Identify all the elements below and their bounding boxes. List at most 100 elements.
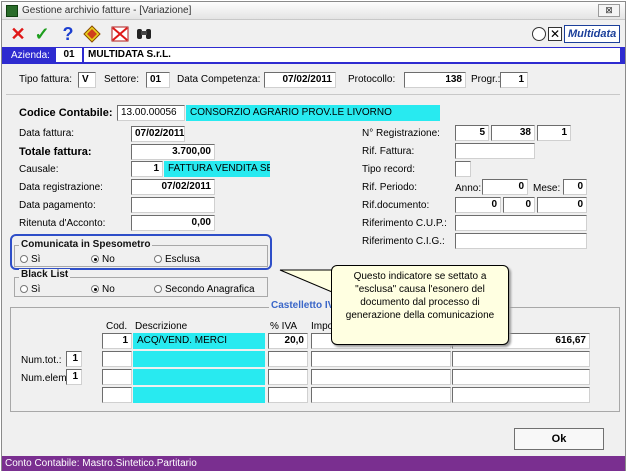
row2-cod[interactable] <box>102 351 132 367</box>
row3-cod[interactable] <box>102 369 132 385</box>
n-registrazione-field-3[interactable]: 1 <box>537 125 571 141</box>
row4-cod[interactable] <box>102 387 132 403</box>
col-cod-header: Cod. <box>106 321 128 332</box>
row2-imp[interactable] <box>452 351 590 367</box>
mese-label: Mese: <box>533 183 561 194</box>
blacklist-secondo-radio[interactable] <box>154 285 162 293</box>
protocollo-field[interactable]: 138 <box>404 72 466 88</box>
spesometro-si-label: Sì <box>31 254 41 265</box>
row3-imp[interactable] <box>452 369 590 385</box>
data-competenza-label: Data Competenza: <box>177 74 261 85</box>
codice-contabile-desc: CONSORZIO AGRARIO PROV.LE LIVORNO <box>186 105 440 121</box>
totale-fattura-field[interactable]: 3.700,00 <box>131 144 215 160</box>
ok-button[interactable]: Ok <box>514 428 604 450</box>
tipo-record-field[interactable] <box>455 161 471 177</box>
company-bar: Azienda: 01 MULTIDATA S.r.L. <box>2 47 625 64</box>
tipo-fattura-field[interactable]: V <box>78 72 96 88</box>
cig-label: Riferimento C.I.G.: <box>362 236 445 247</box>
data-fattura-label: Data fattura: <box>19 128 75 139</box>
rif-periodo-label: Rif. Periodo: <box>362 182 418 193</box>
totale-fattura-label: Totale fattura: <box>19 146 92 158</box>
num-tot-label: Num.tot.: <box>21 355 62 366</box>
data-competenza-field[interactable]: 07/02/2011 <box>264 72 336 88</box>
row4-imp-left[interactable] <box>311 387 451 403</box>
cancel-icon[interactable]: ✕ <box>8 23 28 45</box>
data-registrazione-field[interactable]: 07/02/2011 <box>131 179 215 195</box>
cup-field[interactable] <box>455 215 587 231</box>
rif-documento-field-2[interactable]: 0 <box>503 197 535 213</box>
help-icon[interactable]: ? <box>58 23 78 45</box>
rif-fattura-field[interactable] <box>455 143 535 159</box>
row2-iva[interactable] <box>268 351 308 367</box>
brand-logo: ✕ Multidata <box>532 25 622 43</box>
spesometro-esclusa-radio[interactable] <box>154 255 162 263</box>
row1-iva[interactable]: 20,0 <box>268 333 308 349</box>
rif-documento-field-1[interactable]: 0 <box>455 197 501 213</box>
row2-imp-left[interactable] <box>311 351 451 367</box>
causale-field[interactable]: 1 <box>131 161 163 177</box>
row3-imp-left[interactable] <box>311 369 451 385</box>
row1-cod[interactable]: 1 <box>102 333 132 349</box>
num-tot-field: 1 <box>66 351 82 367</box>
eraser-icon[interactable] <box>82 23 102 45</box>
toolbar: ✕ ✓ ? ✕ Multidata <box>2 21 625 47</box>
n-registrazione-field-1[interactable]: 5 <box>455 125 489 141</box>
causale-label: Causale: <box>19 164 59 175</box>
rif-fattura-label: Rif. Fattura: <box>362 146 415 157</box>
blacklist-secondo-label: Secondo Anagrafica <box>165 284 255 295</box>
codice-contabile-field[interactable]: 13.00.00056 <box>117 105 185 121</box>
tooltip-line-3: documento dal processo di <box>360 297 480 308</box>
search-binoculars-icon[interactable] <box>134 23 154 45</box>
brand-name: Multidata <box>564 25 621 43</box>
protocollo-label: Protocollo: <box>348 74 396 85</box>
n-registrazione-field-2[interactable]: 38 <box>491 125 535 141</box>
ritenuta-label: Ritenuta d'Acconto: <box>19 218 106 229</box>
ritenuta-field[interactable]: 0,00 <box>131 215 215 231</box>
num-elem-field: 1 <box>66 369 82 385</box>
data-pagamento-field[interactable] <box>131 197 215 213</box>
company-code: 01 <box>56 48 82 62</box>
blacklist-si-label: Sì <box>31 284 41 295</box>
main-window: Gestione archivio fatture - [Variazione]… <box>1 1 626 471</box>
mese-field[interactable]: 0 <box>563 179 587 195</box>
blacklist-no-label: No <box>102 284 115 295</box>
settore-field[interactable]: 01 <box>146 72 170 88</box>
data-registrazione-label: Data registrazione: <box>19 182 103 193</box>
close-button[interactable]: ⊠ <box>598 4 620 17</box>
data-fattura-field[interactable]: 07/02/2011 <box>131 126 185 142</box>
cig-field[interactable] <box>455 233 587 249</box>
spesometro-si-radio[interactable] <box>20 255 28 263</box>
delete-icon[interactable] <box>110 23 130 45</box>
row3-iva[interactable] <box>268 369 308 385</box>
title-bar: Gestione archivio fatture - [Variazione]… <box>2 2 625 20</box>
blacklist-no-radio[interactable] <box>91 285 99 293</box>
progr-field[interactable]: 1 <box>500 72 528 88</box>
row4-imp[interactable] <box>452 387 590 403</box>
row4-desc <box>133 387 265 403</box>
col-iva-header: % IVA <box>270 321 298 332</box>
anno-label: Anno: <box>455 183 482 194</box>
codice-contabile-label: Codice Contabile: <box>19 107 113 119</box>
brand-radio-icon <box>532 27 546 41</box>
header-divider <box>6 94 620 95</box>
num-elem-label: Num.elem.: <box>21 373 73 384</box>
rif-documento-field-3[interactable]: 0 <box>537 197 587 213</box>
blacklist-si-radio[interactable] <box>20 285 28 293</box>
spesometro-no-radio[interactable] <box>91 255 99 263</box>
spesometro-title: Comunicata in Spesometro <box>19 239 153 250</box>
settore-label: Settore: <box>104 74 140 85</box>
confirm-icon[interactable]: ✓ <box>32 23 52 45</box>
row4-iva[interactable] <box>268 387 308 403</box>
col-imp-header: Imponibile <box>311 321 331 332</box>
data-pagamento-label: Data pagamento: <box>19 200 96 211</box>
brand-check-icon: ✕ <box>548 27 562 41</box>
row2-desc <box>133 351 265 367</box>
progr-label: Progr.: <box>471 74 501 85</box>
tooltip-callout: Questo indicatore se settato a "esclusa"… <box>331 265 509 345</box>
blacklist-title: Black List <box>19 269 71 280</box>
spesometro-no-label: No <box>102 254 115 265</box>
spesometro-esclusa-label: Esclusa <box>165 254 201 265</box>
anno-field[interactable]: 0 <box>482 179 528 195</box>
causale-desc: FATTURA VENDITA SETT.1 <box>164 161 270 177</box>
app-icon <box>6 5 18 17</box>
